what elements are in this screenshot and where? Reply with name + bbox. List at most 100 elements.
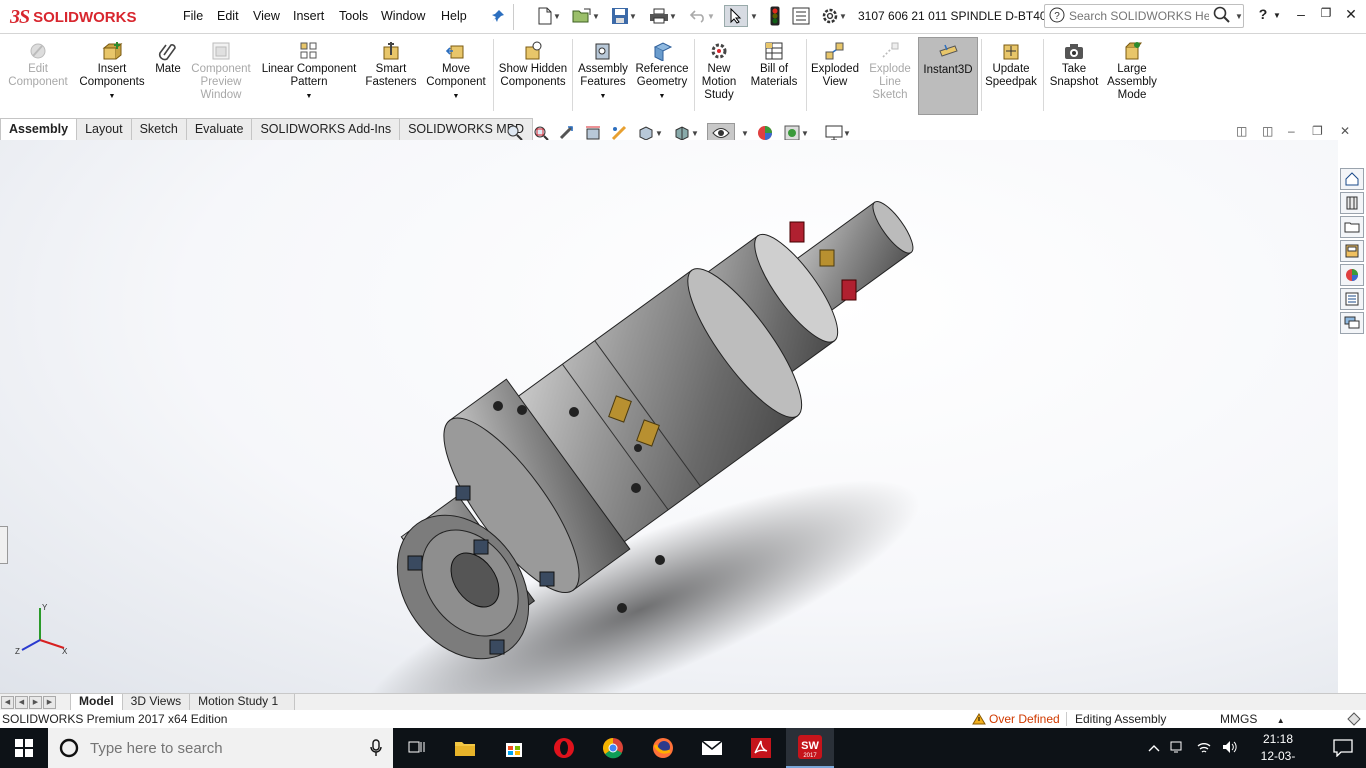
menu-file[interactable]: File (183, 9, 203, 23)
over-defined-status[interactable]: Over Defined (972, 710, 1060, 728)
file-explorer-icon[interactable] (441, 728, 489, 768)
tab-assembly[interactable]: Assembly (0, 118, 78, 140)
instant3d-button[interactable]: Instant3D (918, 37, 978, 115)
help-dropdown[interactable]: ▼ (1270, 11, 1284, 31)
chevron-down-icon[interactable]: ▼ (109, 90, 116, 103)
acrobat-reader-icon[interactable] (737, 728, 785, 768)
select-pointer-icon[interactable] (724, 5, 748, 27)
prev-tab-arrow-icon[interactable]: ◀ (15, 695, 28, 709)
linear-component-pattern-button[interactable]: Linear Component Pattern ▼ (258, 37, 360, 115)
view-palette-icon[interactable] (1340, 240, 1364, 262)
solidworks-forum-icon[interactable] (1340, 312, 1364, 334)
custom-properties-icon[interactable] (1340, 288, 1364, 310)
hide-show-dropdown[interactable]: ▼ (741, 129, 749, 138)
pin-icon[interactable] (488, 5, 508, 27)
appearances-scenes-icon[interactable] (1340, 264, 1364, 286)
move-component-icon (445, 45, 464, 59)
action-center-notification-icon[interactable] (1320, 728, 1366, 768)
file-properties-icon[interactable] (790, 5, 812, 27)
restore-button[interactable]: ❐ (1315, 6, 1337, 26)
spindle-assembly-model[interactable] (0, 140, 1338, 693)
tab-solidworks-addins[interactable]: SOLIDWORKS Add-Ins (251, 118, 401, 140)
volume-speaker-icon[interactable] (1222, 740, 1238, 757)
select-dropdown[interactable]: ▼ (749, 5, 759, 27)
rebuild-traffic-light-icon[interactable] (766, 5, 784, 27)
save-icon[interactable]: ▼ (606, 5, 642, 27)
solidworks-logo[interactable]: 3S SOLIDWORKS (10, 2, 152, 32)
menu-edit[interactable]: Edit (217, 9, 239, 23)
chevron-down-icon[interactable]: ▼ (453, 90, 460, 103)
microphone-icon[interactable] (370, 739, 382, 757)
chevron-down-icon[interactable]: ▼ (659, 90, 666, 103)
minimize-button[interactable]: – (1290, 6, 1312, 26)
tab-layout[interactable]: Layout (76, 118, 132, 140)
feature-manager-expand-handle[interactable] (0, 526, 8, 564)
tab-motion-study-1[interactable]: Motion Study 1 (189, 693, 296, 711)
task-view-icon[interactable] (393, 728, 441, 768)
viewport-tile-left-icon[interactable]: ◫ (1236, 124, 1247, 138)
options-gear-icon[interactable]: ▼ (816, 5, 852, 27)
solidworks-taskbar-icon[interactable]: SW 2017 (786, 728, 834, 768)
menu-window[interactable]: Window (381, 9, 425, 23)
design-library-icon[interactable] (1340, 192, 1364, 214)
take-snapshot-button[interactable]: Take Snapshot (1046, 37, 1102, 115)
smart-fasteners-button[interactable]: Smart Fasteners (362, 37, 420, 115)
new-motion-study-button[interactable]: New Motion Study (697, 37, 741, 115)
help-search-box[interactable]: ? ▼ (1044, 4, 1244, 28)
viewport-close-icon[interactable]: ✕ (1340, 124, 1350, 138)
viewport-restore-icon[interactable]: ❐ (1312, 124, 1323, 138)
search-icon[interactable] (1213, 6, 1231, 27)
opera-browser-icon[interactable] (540, 728, 588, 768)
edit-component-button[interactable]: Edit Component (4, 37, 72, 115)
menu-view[interactable]: View (253, 9, 280, 23)
chrome-browser-icon[interactable] (589, 728, 637, 768)
menu-tools[interactable]: Tools (339, 9, 368, 23)
windows-start-button[interactable] (0, 728, 48, 768)
last-tab-arrow-icon[interactable]: ▶ (43, 695, 56, 709)
network-icon[interactable] (1170, 740, 1186, 757)
first-tab-arrow-icon[interactable]: ◀ (1, 695, 14, 709)
bill-of-materials-button[interactable]: Bill of Materials (746, 37, 802, 115)
insert-components-button[interactable]: Insert Components ▼ (76, 37, 148, 115)
taskbar-search-box[interactable] (48, 728, 393, 768)
wifi-icon[interactable] (1196, 740, 1212, 757)
chevron-down-icon[interactable]: ▼ (306, 90, 313, 103)
mate-button[interactable]: Mate (150, 37, 186, 115)
tab-sketch[interactable]: Sketch (130, 118, 187, 140)
assembly-features-button[interactable]: Assembly Features ▼ (574, 37, 632, 115)
file-explorer-folder-icon[interactable] (1340, 216, 1364, 238)
new-document-icon[interactable]: ▼ (530, 5, 568, 27)
unit-system-selector[interactable]: MMGS ▲ (1220, 710, 1285, 730)
tab-model[interactable]: Model (70, 693, 123, 711)
large-assembly-mode-button[interactable]: Large Assembly Mode (1104, 37, 1160, 115)
graphics-area[interactable]: Y X Z (0, 140, 1338, 693)
explode-line-sketch-button[interactable]: Explode Line Sketch (864, 37, 916, 115)
chevron-down-icon[interactable]: ▼ (600, 90, 607, 103)
move-component-button[interactable]: Move Component ▼ (422, 37, 490, 115)
search-dropdown[interactable]: ▼ (1235, 12, 1243, 21)
help-search-input[interactable] (1069, 9, 1209, 23)
viewport-tile-right-icon[interactable]: ◫ (1262, 124, 1273, 138)
close-button[interactable]: ✕ (1340, 6, 1362, 26)
reference-geometry-button[interactable]: Reference Geometry ▼ (632, 37, 692, 115)
update-speedpak-button[interactable]: Update Speedpak (983, 37, 1039, 115)
next-tab-arrow-icon[interactable]: ▶ (29, 695, 42, 709)
print-icon[interactable]: ▼ (645, 5, 681, 27)
firefox-browser-icon[interactable] (639, 728, 687, 768)
show-hidden-components-button[interactable]: Show Hidden Components (496, 37, 570, 115)
menu-help[interactable]: Help (441, 9, 467, 23)
menu-insert[interactable]: Insert (293, 9, 324, 23)
taskbar-clock[interactable]: 21:18 12-03-2019 (1248, 731, 1308, 768)
tab-evaluate[interactable]: Evaluate (185, 118, 253, 140)
solidworks-resources-home-icon[interactable] (1340, 168, 1364, 190)
taskbar-search-input[interactable] (90, 739, 360, 757)
mail-icon[interactable] (688, 728, 736, 768)
viewport-minimize-icon[interactable]: – (1288, 124, 1295, 138)
undo-icon[interactable]: ▼ (684, 5, 720, 27)
open-document-icon[interactable]: ▼ (568, 5, 604, 27)
tab-3d-views[interactable]: 3D Views (121, 693, 191, 711)
component-preview-window-button[interactable]: Component Preview Window (188, 37, 254, 115)
show-hidden-icons-chevron-icon[interactable] (1148, 741, 1160, 755)
exploded-view-button[interactable]: Exploded View (808, 37, 862, 115)
microsoft-store-icon[interactable] (490, 728, 538, 768)
